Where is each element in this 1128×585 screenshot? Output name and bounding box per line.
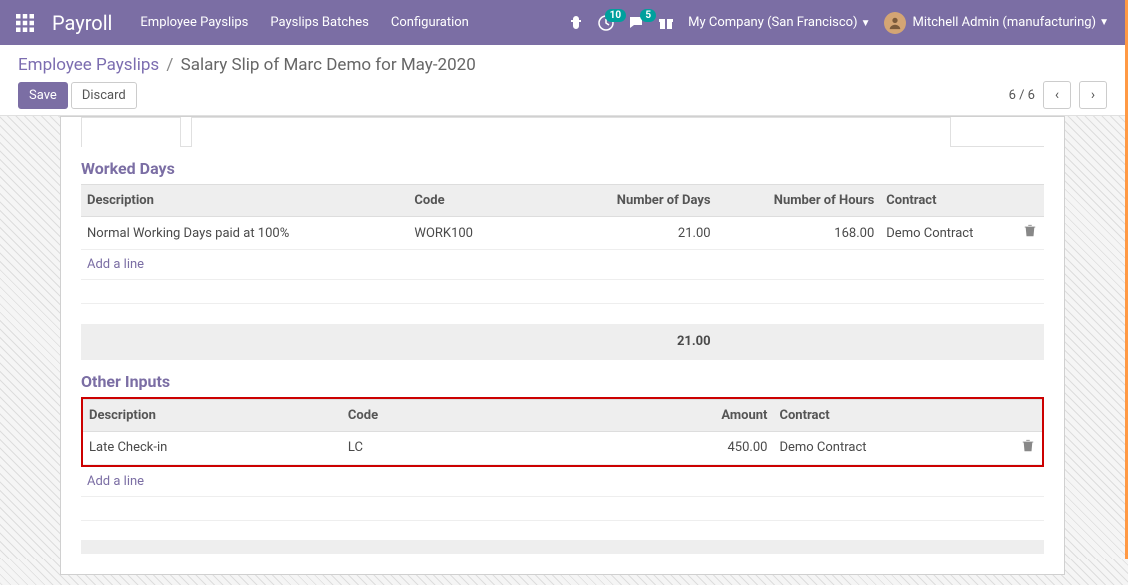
- worked-days-title: Worked Days: [81, 159, 1044, 178]
- apps-icon[interactable]: [16, 14, 34, 32]
- delete-oi-row-button[interactable]: [1013, 431, 1042, 464]
- menu-item-payslips-batches[interactable]: Payslips Batches: [270, 15, 369, 30]
- tab-placeholder-2[interactable]: [191, 117, 951, 147]
- cell-code[interactable]: WORK100: [408, 217, 552, 250]
- pager-text: 6 / 6: [1009, 88, 1035, 103]
- breadcrumb: Employee Payslips / Salary Slip of Marc …: [18, 55, 1107, 75]
- other-inputs-highlight: Description Code Amount Contract Late Ch…: [81, 397, 1044, 467]
- col-contract: Contract: [880, 185, 1015, 217]
- cell-oi-amount[interactable]: 450.00: [630, 431, 774, 464]
- bug-icon[interactable]: [568, 15, 584, 31]
- cell-days[interactable]: 21.00: [553, 217, 717, 250]
- other-inputs-table: Description Code Amount Contract Late Ch…: [83, 399, 1042, 465]
- save-button[interactable]: Save: [18, 82, 68, 109]
- cell-oi-code[interactable]: LC: [342, 431, 630, 464]
- user-menu[interactable]: Mitchell Admin (manufacturing)▼: [884, 12, 1109, 34]
- topbar-right: 10 5 My Company (San Francisco)▼ Mitchel…: [568, 12, 1109, 34]
- pager-prev[interactable]: ‹: [1043, 81, 1071, 109]
- col-oi-desc: Description: [83, 399, 342, 431]
- col-days: Number of Days: [553, 185, 717, 217]
- worked-days-total-row: 21.00: [81, 324, 1044, 360]
- breadcrumb-current: Salary Slip of Marc Demo for May-2020: [181, 55, 476, 75]
- col-hours: Number of Hours: [717, 185, 881, 217]
- breadcrumb-bar: Employee Payslips / Salary Slip of Marc …: [0, 45, 1125, 116]
- discard-button[interactable]: Discard: [71, 82, 137, 109]
- tab-placeholder-1[interactable]: [81, 117, 181, 147]
- pager: 6 / 6 ‹ ›: [1009, 81, 1107, 109]
- col-description: Description: [81, 185, 408, 217]
- col-oi-amount: Amount: [630, 399, 774, 431]
- other-inputs-title: Other Inputs: [81, 372, 1044, 391]
- cell-oi-desc[interactable]: Late Check-in: [83, 431, 342, 464]
- menu-item-configuration[interactable]: Configuration: [391, 15, 469, 30]
- clock-icon[interactable]: 10: [598, 15, 614, 31]
- cell-oi-contract[interactable]: Demo Contract: [773, 431, 1013, 464]
- other-inputs-row[interactable]: Late Check-in LC 450.00 Demo Contract: [83, 431, 1042, 464]
- user-name: Mitchell Admin (manufacturing): [912, 15, 1096, 30]
- cell-contract[interactable]: Demo Contract: [880, 217, 1015, 250]
- add-line-worked-days[interactable]: Add a line: [81, 250, 1044, 280]
- chat-badge: 5: [640, 9, 656, 22]
- company-switcher[interactable]: My Company (San Francisco)▼: [688, 15, 870, 30]
- user-avatar-icon: [884, 12, 906, 34]
- worked-days-table: Description Code Number of Days Number o…: [81, 184, 1044, 360]
- add-line-other-inputs[interactable]: Add a line: [81, 467, 1044, 497]
- clock-badge: 10: [605, 9, 626, 22]
- topbar: Payroll Employee Payslips Payslips Batch…: [0, 0, 1125, 45]
- menu-item-employee-payslips[interactable]: Employee Payslips: [140, 15, 248, 30]
- chat-icon[interactable]: 5: [628, 15, 644, 31]
- form-sheet: Worked Days Description Code Number of D…: [60, 116, 1065, 575]
- total-days: 21.00: [553, 324, 717, 360]
- cell-desc[interactable]: Normal Working Days paid at 100%: [81, 217, 408, 250]
- tabs-stub: [81, 117, 1044, 147]
- gift-icon[interactable]: [658, 15, 674, 31]
- pager-next[interactable]: ›: [1079, 81, 1107, 109]
- col-oi-contract: Contract: [773, 399, 1013, 431]
- main-menu: Employee Payslips Payslips Batches Confi…: [140, 15, 468, 30]
- breadcrumb-root[interactable]: Employee Payslips: [18, 55, 159, 75]
- worked-days-row[interactable]: Normal Working Days paid at 100% WORK100…: [81, 217, 1044, 250]
- col-code: Code: [408, 185, 552, 217]
- cell-hours[interactable]: 168.00: [717, 217, 881, 250]
- delete-row-button[interactable]: [1015, 217, 1044, 250]
- app-title[interactable]: Payroll: [52, 11, 112, 35]
- col-oi-code: Code: [342, 399, 630, 431]
- action-row: Save Discard 6 / 6 ‹ ›: [18, 81, 1107, 109]
